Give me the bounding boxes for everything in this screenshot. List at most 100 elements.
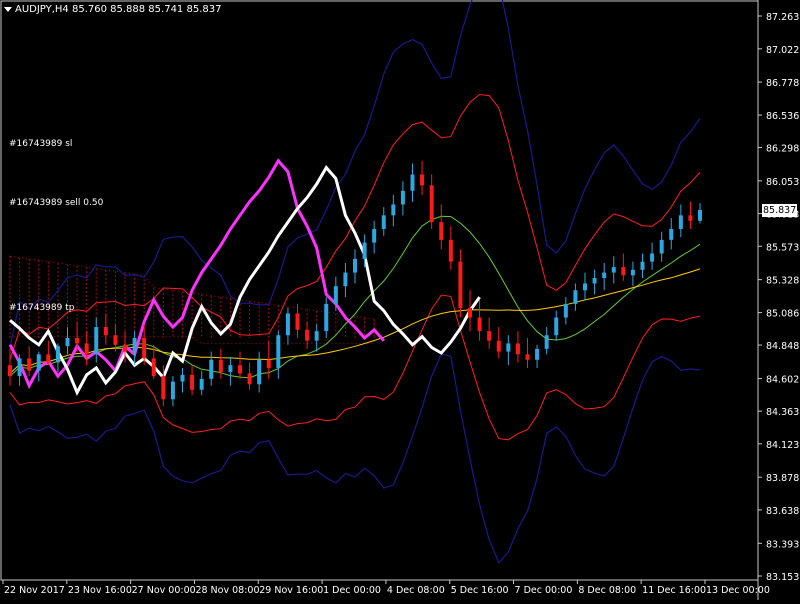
x-tick-label: 28 Nov 08:00 bbox=[195, 585, 259, 596]
take-profit-label[interactable]: #16743989 tp bbox=[9, 303, 74, 313]
candle-body bbox=[592, 278, 597, 284]
candle-body bbox=[650, 253, 655, 262]
price-chart[interactable]: 87.263 87.022 86.778 86.536 86.298 86.053 85.8… bbox=[0, 0, 800, 600]
candle-body bbox=[228, 365, 233, 373]
x-tick-label: 5 Dec 16:00 bbox=[451, 585, 509, 596]
candle-body bbox=[247, 373, 252, 385]
candle-body bbox=[285, 313, 290, 336]
candle-body bbox=[132, 337, 137, 352]
candle-body bbox=[17, 358, 22, 377]
candle-body bbox=[36, 354, 41, 371]
x-tick-label: 7 Dec 00:00 bbox=[515, 585, 573, 596]
candle-body bbox=[573, 290, 578, 304]
outer-lower-band bbox=[9, 353, 701, 564]
candle-body bbox=[669, 228, 674, 240]
y-tick-label: 87.022 bbox=[766, 45, 799, 56]
candle-body bbox=[84, 343, 89, 355]
candle-body bbox=[602, 272, 607, 279]
magenta-line bbox=[8, 158, 385, 390]
x-tick-label: 29 Nov 16:00 bbox=[259, 585, 323, 596]
candle-body bbox=[276, 335, 281, 368]
candle-body bbox=[190, 374, 195, 390]
candle-body bbox=[535, 348, 540, 360]
candle-body bbox=[180, 374, 185, 382]
candle-body bbox=[161, 376, 166, 400]
candle-body bbox=[477, 317, 482, 332]
y-tick-label: 83.153 bbox=[766, 572, 799, 583]
candle-body bbox=[238, 365, 242, 374]
y-tick-label: 83.393 bbox=[766, 539, 799, 550]
sell-order-label[interactable]: #16743989 sell 0.50 bbox=[9, 198, 103, 208]
candle-body bbox=[621, 267, 626, 276]
candle-body bbox=[94, 327, 99, 355]
candle-body bbox=[151, 358, 156, 377]
chart-window[interactable]: 87.263 87.022 86.778 86.536 86.298 86.053 85.8… bbox=[0, 0, 800, 600]
candle-body bbox=[448, 239, 453, 262]
dropdown-triangle-icon[interactable] bbox=[4, 7, 12, 12]
candle-body bbox=[65, 337, 70, 347]
candle-body bbox=[46, 354, 51, 363]
candle-body bbox=[362, 242, 367, 259]
candle-body bbox=[506, 343, 511, 352]
candle-body bbox=[343, 272, 348, 287]
y-tick-label: 85.573 bbox=[766, 242, 799, 253]
candle-body bbox=[698, 209, 702, 221]
outer-upper-band bbox=[9, 0, 701, 348]
candle-body bbox=[199, 378, 204, 390]
candle-body bbox=[324, 303, 329, 332]
y-tick-label: 86.778 bbox=[766, 78, 799, 89]
candle-body bbox=[678, 215, 683, 229]
candle-body bbox=[55, 346, 60, 363]
y-tick-label: 86.053 bbox=[766, 177, 799, 188]
candle-body bbox=[554, 317, 559, 336]
candle-body bbox=[142, 337, 147, 359]
candle-body bbox=[257, 359, 262, 385]
candle-body bbox=[630, 269, 635, 276]
y-tick-label: 85.328 bbox=[766, 276, 799, 287]
y-tick-label: 87.263 bbox=[766, 12, 799, 23]
candle-body bbox=[659, 239, 664, 254]
candle-body bbox=[391, 204, 396, 216]
symbol-header[interactable]: AUDJPY,H4 85.760 85.888 85.741 85.837 bbox=[4, 4, 221, 15]
y-tick-label: 84.363 bbox=[766, 407, 799, 418]
y-tick-label: 86.298 bbox=[766, 143, 799, 154]
candle-body bbox=[420, 174, 425, 186]
y-tick-label: 83.638 bbox=[766, 506, 799, 517]
candle-body bbox=[611, 267, 616, 273]
candle-body bbox=[103, 327, 108, 336]
y-tick-label: 83.878 bbox=[766, 473, 799, 484]
candle-body bbox=[372, 228, 377, 243]
candle-body bbox=[75, 337, 80, 344]
candle-body bbox=[458, 261, 463, 308]
current-price-tag: 85.837 bbox=[762, 204, 797, 217]
candle-body bbox=[381, 215, 386, 229]
candle-body bbox=[400, 190, 405, 205]
candle-body bbox=[544, 335, 549, 349]
candle-body bbox=[113, 335, 118, 345]
x-tick-label: 4 Dec 08:00 bbox=[387, 585, 445, 596]
x-tick-label: 27 Nov 00:00 bbox=[132, 585, 196, 596]
candle-body bbox=[333, 286, 338, 304]
candle-body bbox=[410, 174, 415, 191]
y-tick-label: 84.123 bbox=[766, 440, 799, 451]
stop-loss-label[interactable]: #16743989 sl bbox=[9, 139, 72, 149]
candle-body bbox=[688, 215, 693, 221]
x-tick-label: 13 Dec 00:00 bbox=[706, 585, 770, 596]
candle-body bbox=[583, 283, 587, 291]
candle-body bbox=[314, 331, 319, 341]
candle-body bbox=[8, 365, 12, 377]
x-tick-label: 23 Nov 16:00 bbox=[68, 585, 132, 596]
y-tick-label: 86.536 bbox=[766, 111, 799, 122]
y-tick-label: 84.602 bbox=[766, 375, 799, 386]
x-tick-label: 11 Dec 16:00 bbox=[642, 585, 706, 596]
candle-body bbox=[218, 359, 223, 373]
candle-body bbox=[266, 359, 271, 368]
y-tick-label: 84.848 bbox=[766, 341, 799, 352]
x-tick-label: 22 Nov 2017 bbox=[4, 585, 65, 596]
candle-body bbox=[563, 303, 568, 318]
y-tick-label: 85.086 bbox=[766, 309, 799, 320]
candle-body bbox=[27, 358, 32, 371]
candle-body bbox=[439, 222, 444, 240]
candle-body bbox=[353, 258, 357, 273]
x-tick-label: 1 Dec 00:00 bbox=[323, 585, 381, 596]
